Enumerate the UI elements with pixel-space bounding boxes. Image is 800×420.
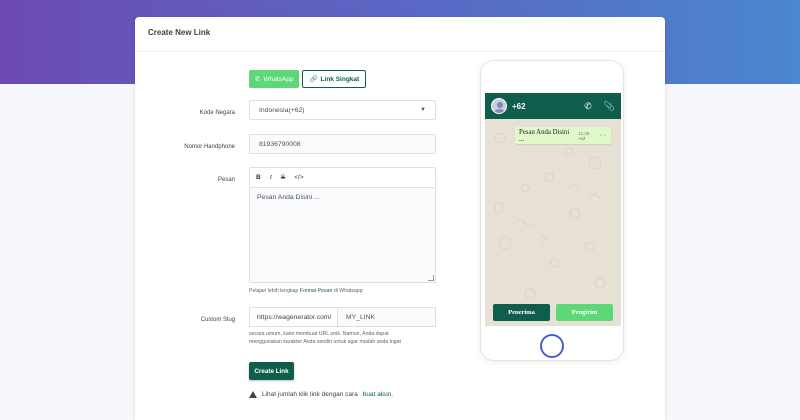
slug-input[interactable]: MY_LINK bbox=[337, 307, 436, 327]
slug-input-group: https://wagenerator.com/ MY_LINK bbox=[249, 307, 436, 327]
resize-grip-icon[interactable] bbox=[428, 275, 434, 281]
warning-icon bbox=[249, 391, 257, 398]
link-icon: 🔗 bbox=[309, 76, 318, 83]
format-help-prefix: Pelajari lebih lengkap bbox=[249, 288, 299, 294]
bubble-text: Pesan Anda Disini ... bbox=[519, 128, 570, 143]
country-select[interactable]: Indonesia(+62) ▼ bbox=[249, 100, 436, 120]
sender-button[interactable]: Pengirim bbox=[556, 304, 613, 321]
tab-whatsapp[interactable]: ✆ WhatsApp bbox=[249, 70, 300, 88]
format-help-suffix: di Whatsapp bbox=[333, 288, 363, 294]
phone-input-value: 81936790008 bbox=[259, 140, 301, 148]
bold-button[interactable]: B bbox=[256, 174, 261, 181]
slug-label: Custom Slug bbox=[200, 317, 235, 323]
phone-input[interactable]: 81936790008 bbox=[249, 134, 436, 154]
strikethrough-button[interactable]: S bbox=[281, 174, 285, 181]
create-link-button[interactable]: Create Link bbox=[249, 362, 294, 380]
chevron-down-icon: ▼ bbox=[420, 107, 426, 113]
card-divider bbox=[135, 51, 665, 52]
tab-link-singkat-label: Link Singkat bbox=[320, 75, 360, 83]
phone-label: Nomor Handphone bbox=[184, 144, 235, 150]
message-textarea[interactable]: Pesan Anda Disini ... bbox=[249, 187, 436, 283]
code-button[interactable]: </> bbox=[294, 174, 303, 181]
italic-button[interactable]: I bbox=[270, 174, 272, 181]
whatsapp-icon: ✆ bbox=[255, 76, 261, 83]
create-account-link[interactable]: buat akun. bbox=[363, 391, 393, 398]
bubble-time: 11:29 AM bbox=[578, 130, 590, 141]
receiver-button[interactable]: Penerima bbox=[493, 304, 550, 321]
double-check-icon: ✓✓ bbox=[598, 133, 607, 139]
slug-input-value: MY_LINK bbox=[346, 313, 376, 321]
link-type-tabs: ✆ WhatsApp 🔗 Link Singkat bbox=[249, 70, 367, 88]
account-notice: Lihat jumlah klik link dengan cara buat … bbox=[249, 391, 393, 398]
card-title: Create New Link bbox=[148, 28, 211, 37]
account-notice-text: Lihat jumlah klik link dengan cara bbox=[262, 391, 358, 398]
message-textarea-value: Pesan Anda Disini ... bbox=[257, 194, 320, 201]
contact-name: +62 bbox=[512, 101, 526, 111]
slug-help-line-1: secara umum, kami membuat URL unik. Namu… bbox=[249, 331, 389, 337]
slug-help-line-2: menggunakan karakter Anda sendiri untuk … bbox=[249, 339, 401, 346]
message-label: Pesan bbox=[217, 177, 235, 183]
phone-icon[interactable]: ✆ bbox=[584, 101, 592, 112]
slug-prefix: https://wagenerator.com/ bbox=[249, 307, 337, 327]
message-bubble: Pesan Anda Disini ... 11:29 AM ✓✓ bbox=[515, 127, 611, 144]
slug-help: secara umum, kami membuat URL unik. Namu… bbox=[249, 330, 401, 347]
tab-link-singkat[interactable]: 🔗 Link Singkat bbox=[302, 70, 367, 88]
create-link-card: Create New Link ✆ WhatsApp 🔗 Link Singka… bbox=[135, 17, 665, 420]
home-button bbox=[540, 334, 564, 358]
country-select-value: Indonesia(+62) bbox=[259, 106, 305, 114]
paperclip-icon[interactable]: 📎 bbox=[604, 101, 615, 112]
avatar bbox=[491, 98, 507, 114]
chat-screen: +62 ✆ 📎 Pesan Anda Disini ... 11:29 AM ✓… bbox=[485, 93, 621, 326]
country-label: Kode Negara bbox=[199, 110, 235, 116]
phone-preview: +62 ✆ 📎 Pesan Anda Disini ... 11:29 AM ✓… bbox=[480, 60, 624, 361]
format-help-link[interactable]: Format Pesan bbox=[300, 288, 333, 294]
format-help: Pelajari lebih lengkap Format Pesan di W… bbox=[249, 287, 363, 295]
tab-whatsapp-label: WhatsApp bbox=[263, 75, 294, 83]
chat-header: +62 ✆ 📎 bbox=[485, 93, 621, 119]
editor-toolbar: B I S </> bbox=[249, 167, 436, 186]
